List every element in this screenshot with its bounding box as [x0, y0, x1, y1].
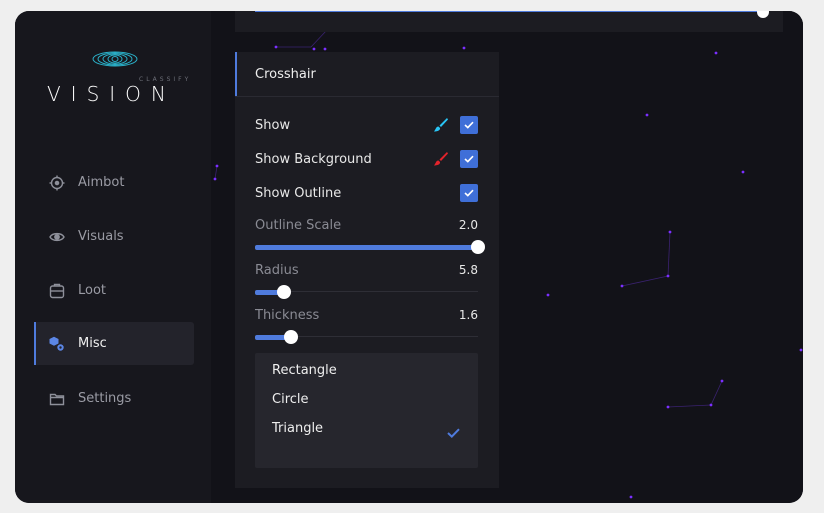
sidebar-item-label: Aimbot: [78, 175, 125, 190]
logo-title: VISION: [47, 82, 176, 106]
sidebar-item-label: Visuals: [78, 229, 124, 244]
shape-option-triangle[interactable]: Triangle: [272, 421, 323, 436]
shape-option-circle[interactable]: Circle: [272, 392, 309, 407]
slider-value: 1.6: [458, 308, 478, 322]
show-outline-checkbox[interactable]: [460, 184, 478, 202]
outline-scale-slider[interactable]: Outline Scale 2.0: [255, 218, 485, 258]
checkmark-icon: [464, 121, 474, 129]
panel-header: Crosshair: [235, 52, 499, 97]
slider-knob[interactable]: [284, 330, 298, 344]
shape-option-rectangle[interactable]: Rectangle: [272, 363, 337, 378]
show-background-label: Show Background: [255, 152, 372, 167]
shape-dropdown-list: Rectangle Circle Triangle: [255, 353, 478, 468]
selected-check-icon: [447, 423, 460, 442]
content-area: Crosshair Show Show Background Show Outl…: [211, 11, 803, 503]
sidebar-item-visuals[interactable]: Visuals: [34, 215, 194, 258]
slider-fill: [255, 245, 478, 250]
show-checkbox[interactable]: [460, 116, 478, 134]
sidebar-item-label: Misc: [78, 336, 107, 351]
upper-slider-knob[interactable]: [757, 11, 769, 18]
panel-title: Crosshair: [255, 67, 316, 82]
show-row: Show: [255, 116, 478, 136]
slider-value: 5.8: [458, 263, 478, 277]
show-background-color-picker-icon[interactable]: [433, 151, 449, 171]
crosshair-icon: [49, 175, 65, 191]
eye-icon: [49, 229, 65, 245]
upper-slider-track[interactable]: [255, 11, 763, 12]
sidebar-item-label: Loot: [78, 283, 107, 298]
sidebar-item-settings[interactable]: Settings: [34, 377, 194, 420]
sidebar-item-misc[interactable]: Misc: [34, 322, 194, 365]
slider-value: 2.0: [458, 218, 478, 232]
logo: CLASSIFY VISION: [43, 49, 193, 119]
upper-panel: [235, 11, 783, 32]
cubes-gear-icon: [49, 336, 65, 352]
show-background-row: Show Background: [255, 150, 478, 170]
show-color-picker-icon[interactable]: [433, 117, 449, 137]
thickness-slider[interactable]: Thickness 1.6: [255, 308, 478, 348]
sidebar: CLASSIFY VISION Aimbot Visuals Loot Misc…: [15, 11, 211, 503]
checkmark-icon: [464, 155, 474, 163]
slider-label: Outline Scale: [255, 218, 342, 233]
crosshair-panel: Crosshair Show Show Background Show Outl…: [235, 52, 499, 488]
sidebar-item-aimbot[interactable]: Aimbot: [34, 161, 194, 204]
slider-label: Thickness: [255, 308, 320, 323]
folder-icon: [49, 391, 65, 407]
sidebar-item-label: Settings: [78, 391, 132, 406]
slider-knob[interactable]: [471, 240, 485, 254]
checkmark-icon: [464, 189, 474, 197]
backpack-icon: [49, 283, 65, 299]
sidebar-item-loot[interactable]: Loot: [34, 269, 194, 312]
slider-knob[interactable]: [277, 285, 291, 299]
show-outline-row: Show Outline: [255, 184, 478, 204]
show-outline-label: Show Outline: [255, 186, 342, 201]
slider-label: Radius: [255, 263, 299, 278]
show-label: Show: [255, 118, 291, 133]
app-window: CLASSIFY VISION Aimbot Visuals Loot Misc…: [15, 11, 803, 503]
show-background-checkbox[interactable]: [460, 150, 478, 168]
logo-mark-icon: [92, 51, 138, 67]
radius-slider[interactable]: Radius 5.8: [255, 263, 478, 303]
